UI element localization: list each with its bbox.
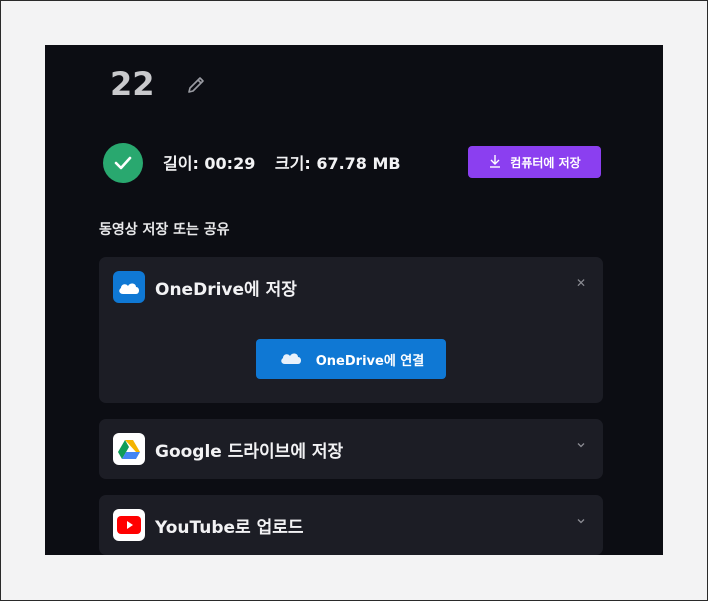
share-section-label: 동영상 저장 또는 공유 bbox=[99, 222, 230, 238]
connect-onedrive-label: OneDrive에 연결 bbox=[315, 353, 425, 369]
video-meta: 길이: 00:29 크기: 67.78 MB bbox=[163, 150, 415, 174]
video-size: 크기: 67.78 MB bbox=[274, 154, 401, 173]
connect-onedrive-button[interactable]: OneDrive에 연결 bbox=[256, 339, 446, 379]
google-drive-card-header: Google 드라이브에 저장 bbox=[113, 433, 343, 465]
youtube-icon bbox=[113, 509, 145, 541]
onedrive-cloud-icon bbox=[113, 271, 145, 303]
download-icon bbox=[488, 154, 502, 171]
onedrive-cloud-icon bbox=[278, 349, 304, 369]
onedrive-card-title: OneDrive에 저장 bbox=[155, 279, 297, 300]
save-to-computer-label: 컴퓨터에 저장 bbox=[510, 155, 581, 170]
video-title: 22 bbox=[110, 65, 155, 103]
youtube-card-header: YouTube로 업로드 bbox=[113, 509, 304, 541]
save-to-computer-button[interactable]: 컴퓨터에 저장 bbox=[468, 146, 601, 178]
google-drive-icon bbox=[113, 433, 145, 465]
checkmark-icon bbox=[103, 143, 143, 183]
onedrive-card-header: OneDrive에 저장 bbox=[113, 271, 297, 303]
video-length: 길이: 00:29 bbox=[163, 154, 256, 173]
export-panel: 22 길이: 00:29 크기: 67.78 MB 컴퓨터에 저장 동영상 저장… bbox=[45, 45, 663, 555]
onedrive-card: OneDrive에 저장 ✕ OneDrive에 연결 bbox=[99, 257, 603, 403]
close-icon[interactable]: ✕ bbox=[575, 277, 587, 289]
chevron-down-icon[interactable] bbox=[575, 439, 587, 451]
youtube-card[interactable]: YouTube로 업로드 bbox=[99, 495, 603, 555]
chevron-down-icon[interactable] bbox=[575, 515, 587, 527]
google-drive-card-title: Google 드라이브에 저장 bbox=[155, 441, 344, 462]
youtube-card-title: YouTube로 업로드 bbox=[155, 517, 304, 538]
pencil-icon[interactable] bbox=[185, 74, 207, 96]
google-drive-card[interactable]: Google 드라이브에 저장 bbox=[99, 419, 603, 479]
